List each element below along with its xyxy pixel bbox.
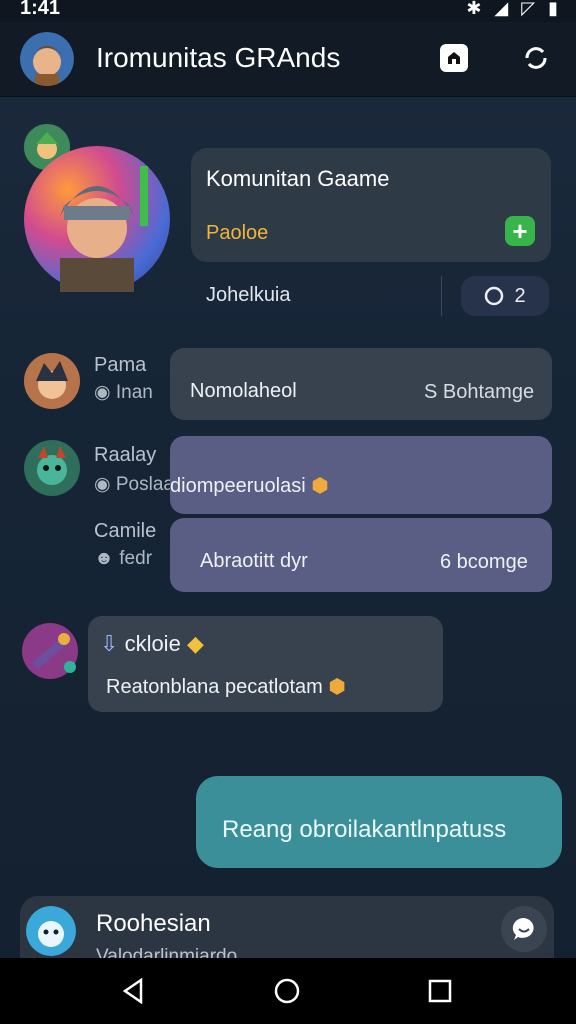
message-sender-line: ⇩ ckloie ◆: [100, 631, 204, 657]
member-count-pill[interactable]: 2: [461, 276, 549, 316]
message-text: Nomolaheol: [190, 380, 297, 402]
outgoing-message-text: Reang obroilakantlnpatuss: [222, 816, 507, 843]
coin-icon: ⬢: [328, 676, 346, 698]
home-icon[interactable]: [440, 44, 468, 72]
message-text: diompeeruolasi ⬢: [170, 473, 329, 498]
sender-avatar[interactable]: [24, 353, 80, 409]
sender-name: Camile: [94, 520, 157, 542]
sender-sub: ◉ Inan: [94, 382, 153, 403]
community-name: Komunitan Gaame: [206, 166, 390, 191]
community-subtitle: Paoloe: [206, 222, 269, 244]
message-meta: 6 bcomge: [440, 551, 528, 573]
message-sender: ckloie: [124, 631, 181, 656]
sender-avatar[interactable]: [22, 623, 78, 679]
divider: [441, 276, 442, 316]
home-circle-icon[interactable]: [270, 974, 304, 1008]
add-button[interactable]: +: [505, 216, 535, 246]
sender-name: Pama: [94, 354, 147, 376]
message-text-content: Reatonblana pecatlotam: [106, 676, 323, 698]
sender-name: Raalay: [94, 444, 157, 466]
sender-sub-text: Inan: [115, 382, 153, 403]
chat-item-title: Roohesian: [96, 910, 211, 937]
refresh-icon[interactable]: [522, 44, 550, 72]
status-icons: ✱ ◢ ◸ ▮: [466, 0, 562, 18]
chat-bubble-icon[interactable]: [501, 906, 547, 952]
message-meta: S Bohtamge: [424, 381, 535, 403]
sender-avatar[interactable]: [24, 440, 80, 496]
members-label: Johelkuia: [206, 284, 291, 306]
sender-sub: ☻ fedr: [94, 548, 153, 569]
sender-sub: ◉ Poslaa: [94, 474, 174, 495]
header-avatar[interactable]: [20, 32, 74, 86]
sender-sub-text: fedr: [119, 548, 153, 569]
community-avatar[interactable]: [24, 146, 170, 292]
recents-icon[interactable]: [423, 974, 457, 1008]
coin-icon: ⬢: [311, 475, 329, 497]
message-text-content: diompeeruolasi: [170, 475, 306, 497]
message-text: Abraotitt dyr: [200, 550, 308, 572]
download-icon: ⇩: [100, 631, 119, 656]
chat-item-avatar: [26, 906, 76, 956]
sender-sub-text: Poslaa: [115, 474, 174, 495]
app-title: Iromunitas GRAnds: [96, 42, 341, 73]
status-time: 1:41: [20, 0, 61, 19]
member-count: 2: [514, 284, 526, 307]
gem-icon: ◆: [186, 631, 204, 656]
circle-icon: [485, 286, 504, 306]
back-icon[interactable]: [116, 974, 150, 1008]
message-text: Reatonblana pecatlotam ⬢: [106, 674, 346, 699]
